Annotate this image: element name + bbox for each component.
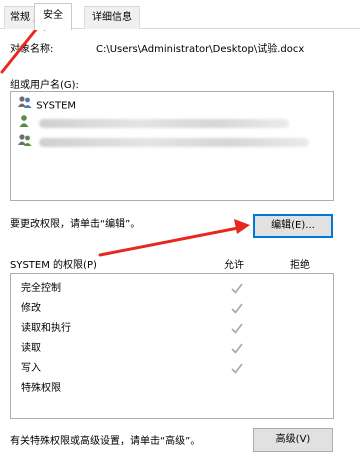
list-item-name: SYSTEM <box>36 100 77 112</box>
tab-security[interactable]: 安全 <box>34 3 72 30</box>
allow-checkmark-icon <box>230 319 244 339</box>
allow-checkmark-icon <box>230 299 244 319</box>
allow-checkmark-icon <box>230 339 244 359</box>
permission-row: 完全控制 <box>21 283 61 294</box>
advanced-button[interactable]: 高级(V) <box>253 428 333 452</box>
user-group-icon <box>17 95 33 116</box>
redacted-name <box>39 119 289 128</box>
list-item[interactable] <box>17 133 317 151</box>
allow-checkmark-icon <box>230 359 244 379</box>
deny-column-header: 拒绝 <box>290 260 310 271</box>
permission-row: 读取 <box>21 343 41 354</box>
permission-row: 读取和执行 <box>21 323 71 334</box>
list-item[interactable]: SYSTEM <box>17 95 76 113</box>
permissions-list[interactable]: 完全控制 修改 读取和执行 读取 写入 特殊权限 <box>10 273 334 419</box>
groups-label: 组或用户名(G): <box>10 80 79 91</box>
redacted-name <box>39 138 309 147</box>
permission-row: 特殊权限 <box>21 383 61 394</box>
edit-button[interactable]: 编辑(E)... <box>253 214 333 238</box>
permission-row: 修改 <box>21 303 41 314</box>
allow-column-header: 允许 <box>224 260 244 271</box>
tab-general[interactable]: 常规 <box>4 6 36 29</box>
user-group-icon <box>17 133 33 154</box>
permission-row: 写入 <box>21 363 41 374</box>
groups-listbox[interactable]: SYSTEM <box>10 91 334 201</box>
object-name-label: 对象名称: <box>10 44 54 55</box>
advanced-text: 有关特殊权限或高级设置，请单击“高级”。 <box>10 436 201 447</box>
permissions-title: SYSTEM 的权限(P) <box>10 260 97 271</box>
object-name-value: C:\Users\Administrator\Desktop\试验.docx <box>96 44 305 55</box>
change-permissions-text: 要更改权限，请单击“编辑”。 <box>10 219 141 230</box>
user-icon <box>17 114 33 135</box>
tab-details[interactable]: 详细信息 <box>84 6 140 29</box>
allow-checkmark-icon <box>230 279 244 299</box>
list-item[interactable] <box>17 114 317 132</box>
